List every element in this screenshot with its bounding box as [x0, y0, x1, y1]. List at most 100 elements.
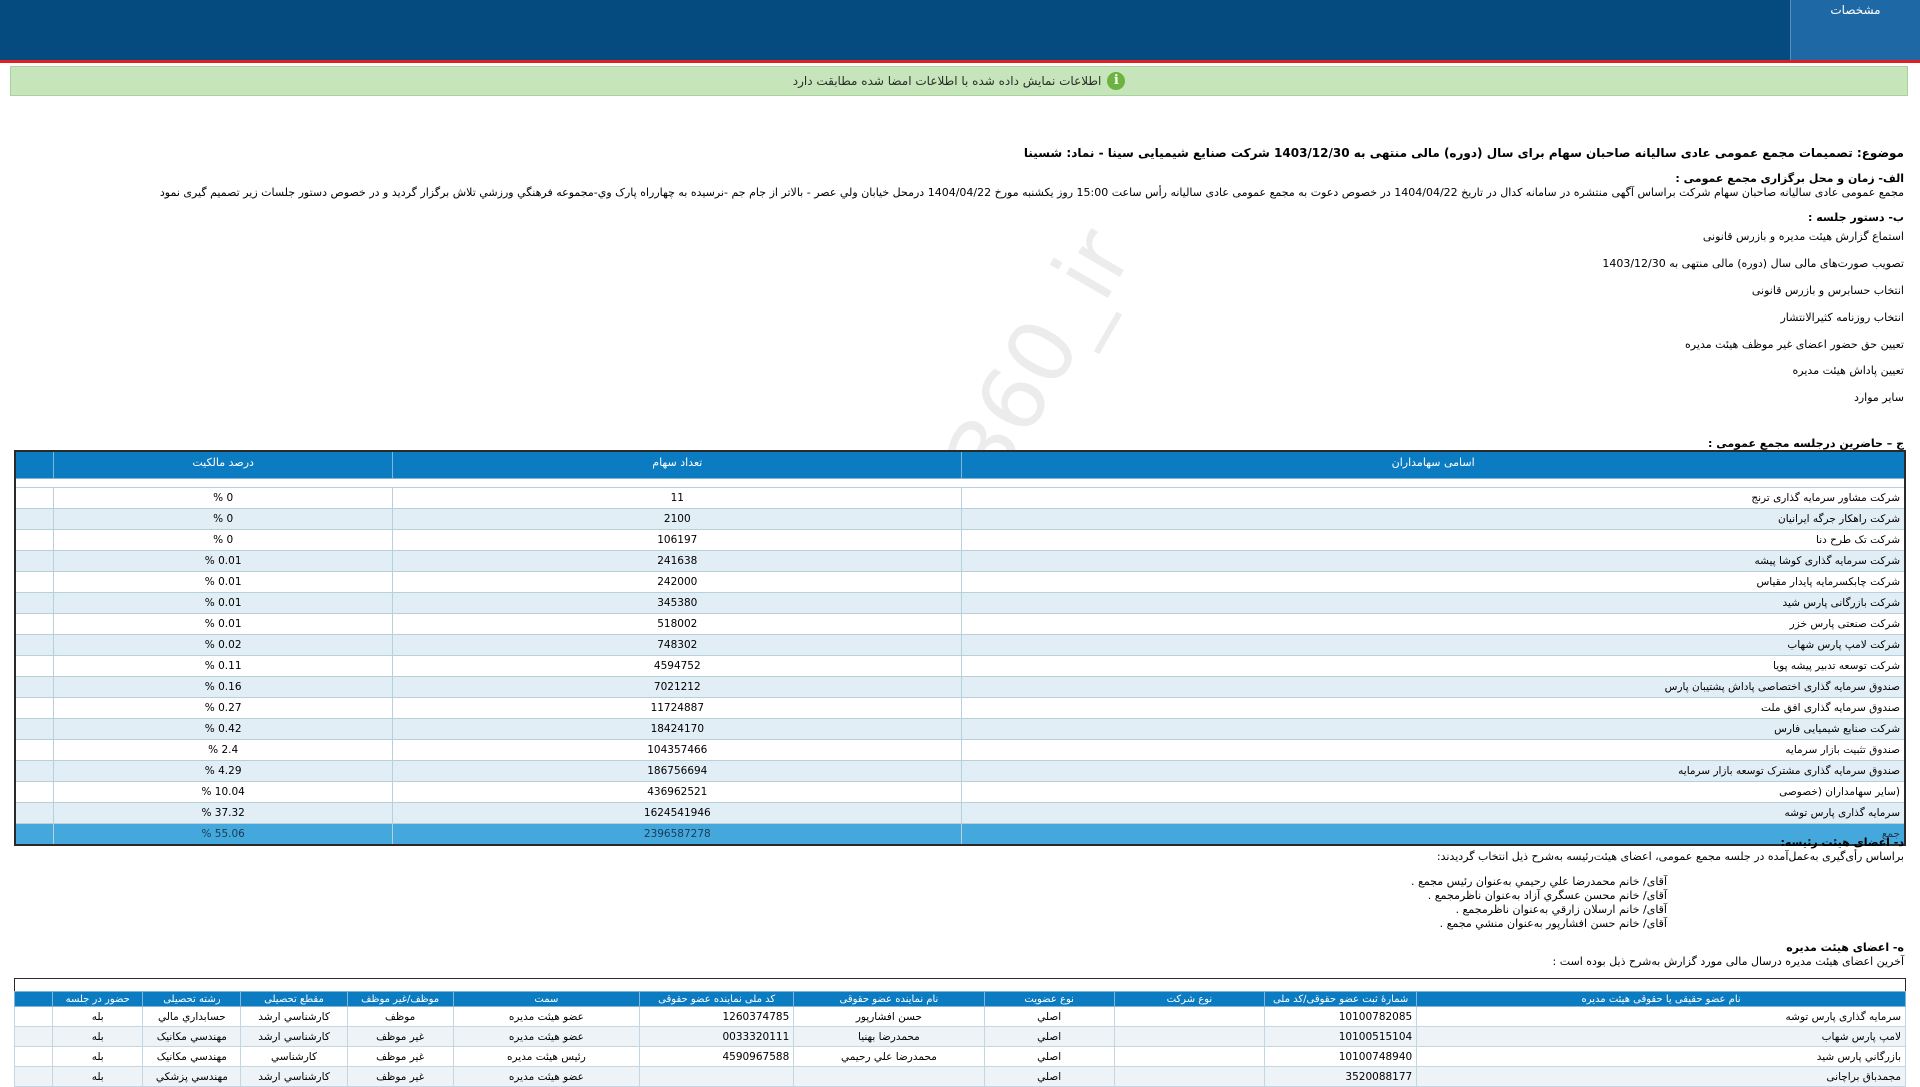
share-count: 104357466 — [392, 738, 963, 761]
presiding-member: آقای/ خانم محمدرضا علي رحيمي به‌عنوان رئ… — [1410, 875, 1667, 888]
representative-national-id: 1260374785 — [639, 1006, 795, 1027]
section-b-title: ب- دستور جلسه : — [1808, 211, 1904, 224]
share-count: 4594752 — [392, 654, 963, 677]
column-header: موظف/غیر موظف — [346, 991, 454, 1007]
shareholders-table: اسامی سهامداران تعداد سهام درصد مالکیت ش… — [14, 450, 1906, 846]
signature-match-notice: i اطلاعات نمایش داده شده با اطلاعات امضا… — [10, 66, 1908, 96]
share-count: 436962521 — [392, 780, 963, 803]
ownership-percent: 0.11 % — [53, 654, 394, 677]
ownership-percent: 37.32 % — [53, 801, 394, 824]
shareholder-name: صندوق سرمایه گذاری افق ملت — [961, 696, 1906, 719]
representative-national-id: 0033320111 — [639, 1026, 795, 1047]
column-header: سمت — [452, 991, 641, 1007]
share-count: 106197 — [392, 528, 963, 551]
table-row: سرمایه گذاری پارس توشه 1624541946 37.32 % — [14, 801, 1906, 824]
table-row: شرکت توسعه تدبیر پیشه پویا 4594752 0.11 % — [14, 654, 1906, 677]
top-header-bar — [0, 0, 1920, 60]
share-count: 11 — [392, 486, 963, 509]
attendance: بله — [52, 1006, 144, 1027]
field-of-study: حسابداري مالي — [142, 1006, 242, 1027]
membership-type: اصلي — [983, 1026, 1115, 1047]
agenda-item: تصویب صورت‌های مالی سال (دوره) مالی منته… — [1602, 257, 1904, 270]
position: رئیس هیئت مدیره — [452, 1046, 641, 1067]
shareholder-name: شرکت سرمایه گذاری کوشا پیشه — [961, 549, 1906, 572]
column-header-empty — [14, 450, 55, 479]
table-row: مجمدباق براچانی 3520088177 اصلي عضو هیئت… — [13, 1066, 1906, 1087]
representative-national-id: 4590967588 — [639, 1046, 795, 1067]
table-row: (سایر سهامداران (خصوصی 436962521 10.04 % — [14, 780, 1906, 803]
table-header-row: نام عضو حقیقی یا حقوقی هیئت مدیره شمارهٔ… — [13, 991, 1906, 1007]
section-d-intro: براساس رأی‌گیری به‌عمل‌آمده در جلسه مجمع… — [1436, 850, 1904, 863]
education-level: کارشناسي ارشد — [240, 1026, 348, 1047]
shareholder-name: صندوق تثبیت بازار سرمایه — [961, 738, 1906, 761]
agenda-item: سایر موارد — [1853, 391, 1904, 404]
position: عضو هیئت مدیره — [452, 1066, 641, 1087]
representative-name: محمدرضا بهنيا — [793, 1026, 985, 1047]
column-header: درصد مالکیت — [53, 450, 394, 479]
agenda-item: انتخاب روزنامه کثیرالانتشار — [1780, 311, 1904, 324]
column-header: تعداد سهام — [392, 450, 963, 479]
section-e-intro: آخرین اعضای هیئت مدیره درسال مالی مورد گ… — [1552, 955, 1904, 968]
ownership-percent: 0.01 % — [53, 612, 394, 635]
ownership-percent: 0.16 % — [53, 675, 394, 698]
company-type — [1113, 1066, 1266, 1087]
table-row: شرکت بازرگانی پارس شید 345380 0.01 % — [14, 591, 1906, 614]
shareholder-name: شرکت تک طرح دنا — [961, 528, 1906, 551]
position: عضو هیئت مدیره — [452, 1006, 641, 1027]
representative-name: محمدرضا علي رحيمي — [793, 1046, 985, 1067]
ownership-percent: 0.01 % — [53, 591, 394, 614]
field-of-study: مهندسي مکانيک — [142, 1046, 242, 1067]
representative-name — [793, 1066, 985, 1087]
shareholder-name: شرکت صنایع شیمیایی فارس — [961, 717, 1906, 740]
attendance: بله — [52, 1026, 144, 1047]
representative-national-id — [639, 1066, 795, 1087]
share-count: 2100 — [392, 507, 963, 530]
field-of-study: مهندسي مکانيک — [142, 1026, 242, 1047]
section-a-text: مجمع عمومی عادی سالیانه صاحبان سهام شرکت… — [159, 186, 1904, 199]
registration-number: 10100748940 — [1263, 1046, 1418, 1067]
shareholder-name: شرکت بازرگانی پارس شید — [961, 591, 1906, 614]
table-row: شرکت صنعتی پارس خزر 518002 0.01 % — [14, 612, 1906, 635]
section-a-title: الف- زمان و محل برگزاری مجمع عمومی : — [1675, 172, 1904, 185]
ownership-percent: 0 % — [53, 486, 394, 509]
agenda-item: تعیین پاداش هیئت مدیره — [1792, 364, 1904, 377]
ownership-percent: 4.29 % — [53, 759, 394, 782]
section-e-title: ه- اعضای هیئت مدیره — [1786, 941, 1904, 954]
shareholder-name: (سایر سهامداران (خصوصی — [961, 780, 1906, 803]
board-member-name: لامپ پارس شهاب — [1416, 1026, 1906, 1047]
agenda-item: تعیین حق حضور اعضای غیر موظف هیئت مدیره — [1685, 338, 1904, 351]
header-accent-line — [0, 60, 1920, 63]
table-row: سرمایه گذاری پارس توشه 10100782085 اصلي … — [13, 1006, 1906, 1027]
membership-type: اصلي — [983, 1066, 1115, 1087]
executive-status: موظف — [346, 1006, 454, 1027]
ownership-percent: 10.04 % — [53, 780, 394, 803]
ownership-percent: 0.01 % — [53, 549, 394, 572]
total-share-count: 2396587278 — [392, 822, 963, 845]
table-row: صندوق سرمایه گذاری افق ملت 11724887 0.27 % — [14, 696, 1906, 719]
notice-text: اطلاعات نمایش داده شده با اطلاعات امضا ش… — [792, 74, 1102, 88]
section-c-title: ج – حاضرین درجلسه مجمع عمومی : — [1708, 437, 1904, 450]
share-count: 518002 — [392, 612, 963, 635]
column-header: نوع عضویت — [983, 991, 1115, 1007]
column-header: شمارهٔ ثبت عضو حقوقی/کد ملی — [1263, 991, 1418, 1007]
shareholder-name: شرکت توسعه تدبیر پیشه پویا — [961, 654, 1906, 677]
table-row: شرکت چابکسرمایه پایدار مقیاس 242000 0.01 % — [14, 570, 1906, 593]
table-row: شرکت سرمایه گذاری کوشا پیشه 241638 0.01 % — [14, 549, 1906, 572]
total-label: جمع — [961, 822, 1906, 845]
executive-status: غیر موظف — [346, 1066, 454, 1087]
total-ownership-percent: 55.06 % — [53, 822, 394, 845]
ownership-percent: 0.02 % — [53, 633, 394, 656]
board-member-name: سرمایه گذاری پارس توشه — [1416, 1006, 1906, 1027]
column-header-empty — [13, 991, 54, 1007]
position: عضو هیئت مدیره — [452, 1026, 641, 1047]
column-header: کد ملی نماینده عضو حقوقی — [639, 991, 795, 1007]
share-count: 186756694 — [392, 759, 963, 782]
table-row: شرکت راهکار جرگه ایرانیان 2100 0 % — [14, 507, 1906, 530]
column-header: نام نماینده عضو حقوقی — [793, 991, 985, 1007]
presiding-member: آقای/ خانم حسن افشارپور به‌عنوان منشي مج… — [1439, 917, 1667, 930]
board-member-name: مجمدباق براچانی — [1416, 1066, 1906, 1087]
tab-specifications[interactable]: مشخصات — [1790, 0, 1920, 60]
ownership-percent: 0 % — [53, 507, 394, 530]
company-type — [1113, 1046, 1266, 1067]
column-header: رشته تحصیلی — [142, 991, 242, 1007]
